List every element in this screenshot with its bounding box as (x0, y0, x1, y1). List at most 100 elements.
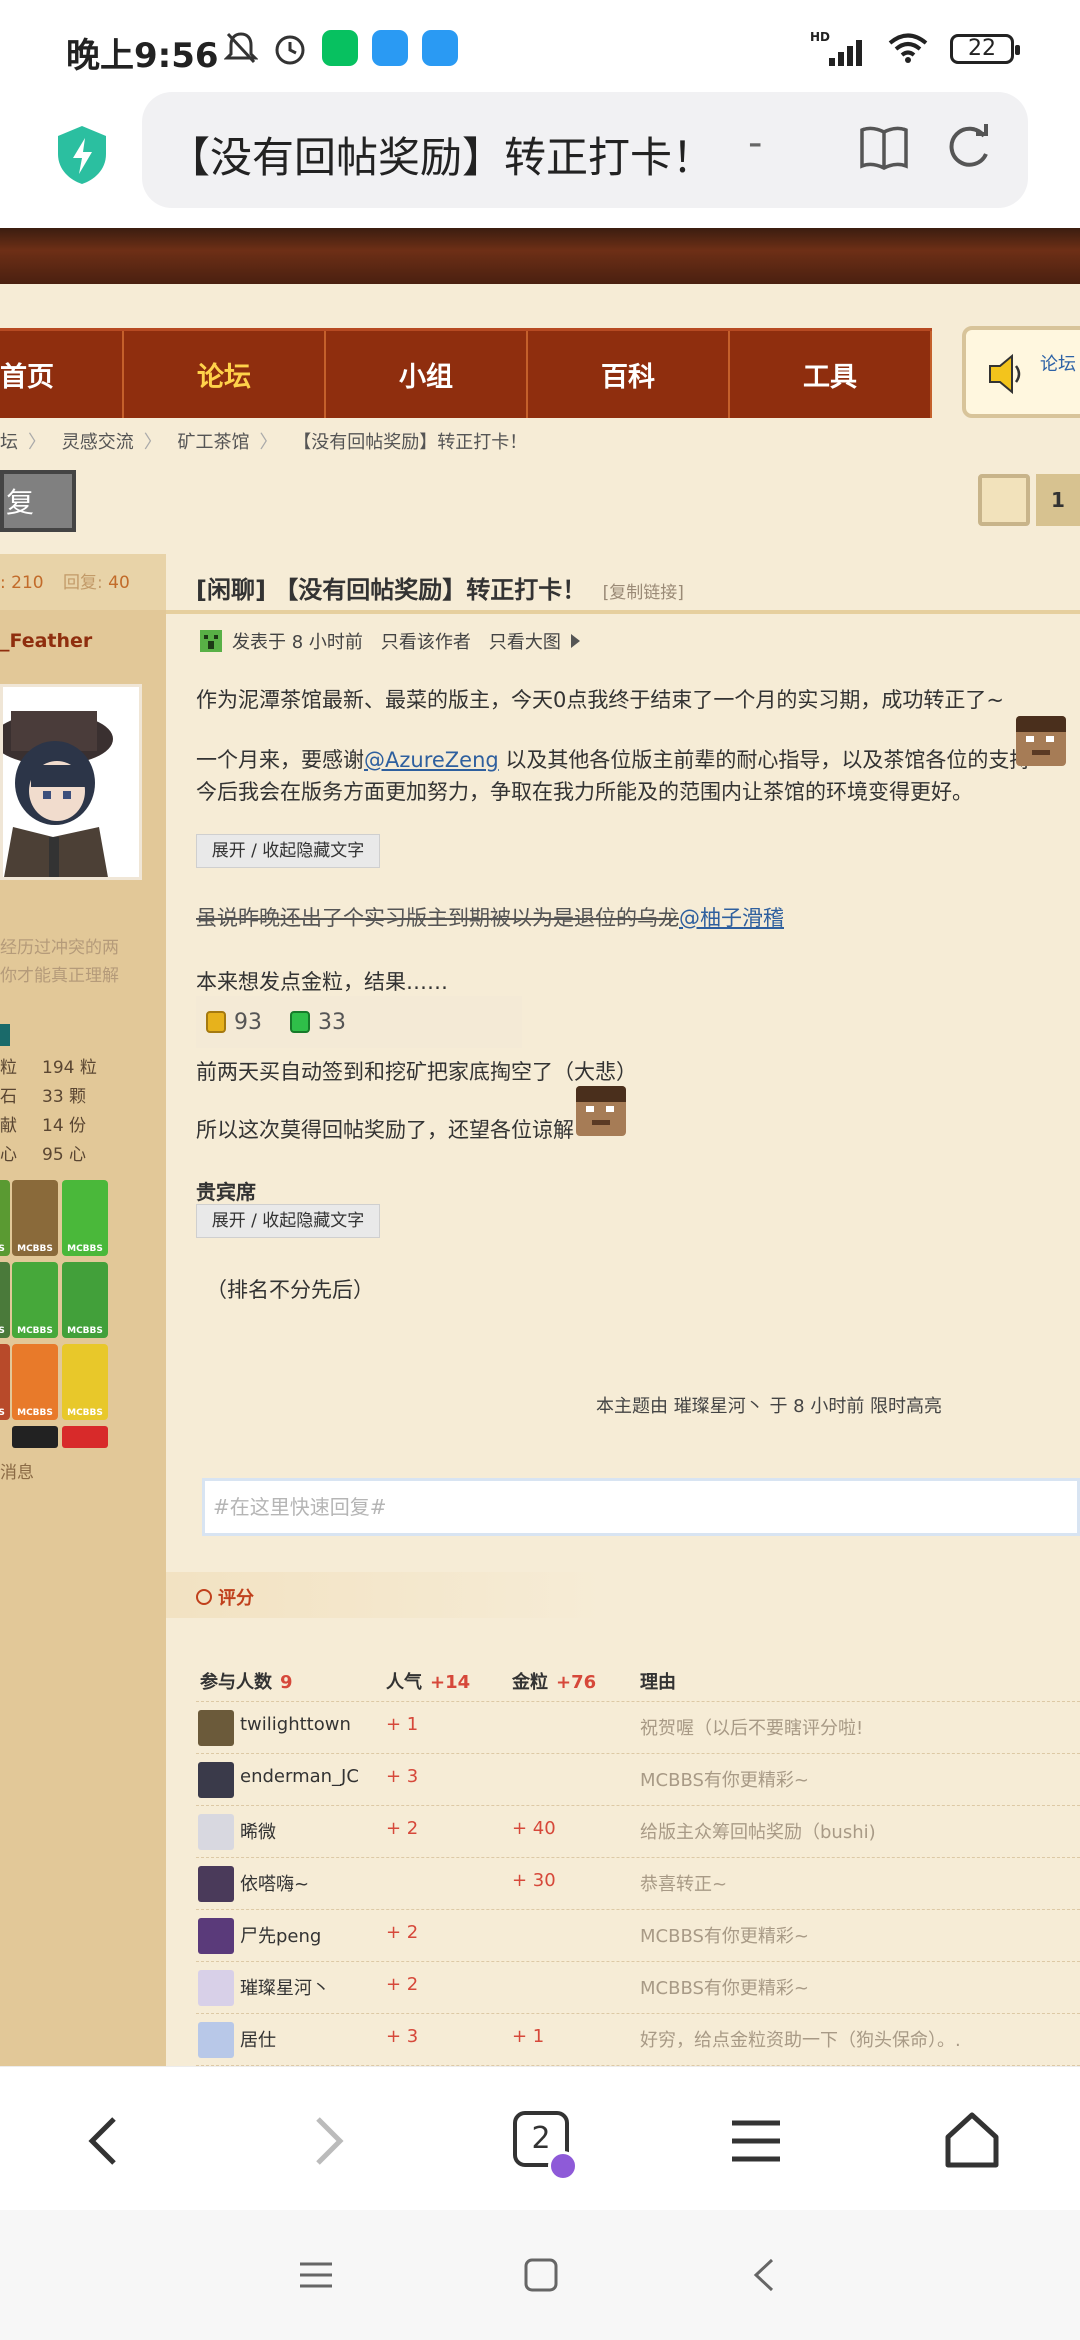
rating-title-text[interactable]: 评分 (218, 1584, 254, 1610)
rater-gold: + 1 (512, 2026, 545, 2047)
forum-notice[interactable]: 论坛 (962, 326, 1080, 418)
post-text-line: 虽说昨晚还出了个实习版主到期被以为是退位的乌龙@柚子滑稽 (196, 902, 784, 932)
medal-icon[interactable]: MCBBS (0, 1344, 10, 1420)
author-signature: 经历过冲突的两 你才能真正理解 (0, 934, 119, 990)
signal-icon (829, 40, 862, 66)
rater-name[interactable]: 依嗒嗨~ (240, 1870, 309, 1896)
rater-reason: 祝贺喔（以后不要瞎评分啦! (640, 1718, 864, 1739)
breadcrumb-inspiration[interactable]: 灵感交流 (62, 432, 134, 453)
menu-icon[interactable] (726, 2111, 786, 2171)
nav-item-tools[interactable]: 工具 (730, 331, 932, 418)
medal-helmet-icon[interactable]: MCBBS (62, 1344, 108, 1420)
triangle-right-icon[interactable] (570, 634, 580, 648)
system-back-icon[interactable] (752, 2258, 776, 2292)
rater-reason: 恭喜转正~ (640, 1874, 728, 1895)
rating-title[interactable]: 评分 (196, 1584, 254, 1610)
reply-button[interactable]: 复 (0, 470, 76, 532)
status-time: 晚上9:56 (66, 36, 219, 76)
highlight-note: 本主题由 璀璨星河丶 于 8 小时前 限时高亮 (596, 1396, 943, 1417)
author-only-link[interactable]: 只看该作者 (381, 628, 471, 654)
rater-name[interactable]: 璀璨星河丶 (240, 1974, 330, 2000)
rater-avatar[interactable] (198, 1814, 234, 1850)
rater-name[interactable]: enderman_JC (240, 1766, 359, 1787)
notice-text[interactable]: 论坛 (1040, 350, 1076, 376)
rating-row: 晞微 + 2 + 40 给版主众筹回帖奖励（bushi) (196, 1806, 1080, 1858)
mention-link[interactable]: @AzureZeng (364, 748, 499, 772)
medal-news-paper-icon[interactable]: MCBBS (12, 1180, 58, 1256)
rater-avatar[interactable] (198, 1970, 234, 2006)
address-bar[interactable]: 【没有回帖奖励】转正打卡！ - (142, 92, 1028, 208)
nav-item-home[interactable]: 首页 (0, 331, 124, 418)
medal-caption: MCBBS (0, 1326, 5, 1336)
medal-small-icon[interactable] (12, 1426, 58, 1448)
recent-apps-icon[interactable] (298, 2260, 334, 2290)
post-title-text: 【没有回帖奖励】转正打卡！ (274, 576, 587, 604)
emerald-count: 33 (318, 1009, 346, 1035)
breadcrumb: 坛〉 灵感交流〉 矿工茶馆〉 【没有回帖奖励】转正打卡！ (0, 428, 537, 454)
topics-count: 210 (11, 573, 44, 593)
incognito-badge-icon (548, 2151, 578, 2181)
home-icon[interactable] (942, 2111, 1002, 2171)
rater-name[interactable]: 尸先peng (240, 1922, 321, 1948)
return-list-icon[interactable] (978, 474, 1030, 526)
medal-icon[interactable]: MCBBS (0, 1262, 10, 1338)
header-label: 金粒 (512, 1672, 548, 1693)
page-title-in-url[interactable]: 【没有回帖奖励】转正打卡！ (168, 124, 714, 185)
rater-name[interactable]: twilighttown (240, 1714, 351, 1735)
medal-small-icon[interactable] (62, 1426, 108, 1448)
vip-section-title: 贵宾席 (196, 1180, 256, 1204)
rater-avatar[interactable] (198, 1710, 234, 1746)
breadcrumb-separator: 〉 (143, 432, 162, 453)
hd-label: HD (809, 30, 830, 44)
quick-reply-input[interactable] (205, 1481, 1077, 1533)
rater-avatar[interactable] (198, 1918, 234, 1954)
copy-link[interactable]: [复制链接] (603, 583, 684, 603)
wifi-icon (888, 33, 928, 63)
crying-face-icon (576, 1086, 626, 1136)
emerald-icon (290, 1011, 310, 1033)
rater-name[interactable]: 晞微 (240, 1818, 276, 1844)
home-square-icon[interactable] (524, 2258, 558, 2292)
nav-item-wiki[interactable]: 百科 (528, 331, 730, 418)
breadcrumb-current[interactable]: 【没有回帖奖励】转正打卡！ (293, 432, 527, 453)
toggle-hidden-text-button[interactable]: 展开 / 收起隐藏文字 (196, 1204, 380, 1238)
author-name[interactable]: _Feather (0, 630, 92, 652)
send-message-link[interactable]: 消息 (0, 1458, 34, 1483)
toggle-hidden-text-button[interactable]: 展开 / 收起隐藏文字 (196, 834, 380, 868)
rater-name[interactable]: 居仕 (240, 2026, 276, 2052)
mention-link[interactable]: @柚子滑稽 (679, 906, 784, 930)
post-tag[interactable]: [闲聊] (196, 576, 266, 604)
rater-avatar[interactable] (198, 1762, 234, 1798)
nav-item-groups[interactable]: 小组 (326, 331, 528, 418)
nav-item-forum[interactable]: 论坛 (124, 331, 326, 418)
stat-key: 粒 (0, 1058, 17, 1078)
medal-leather-icon[interactable]: MCBBS (12, 1262, 58, 1338)
medal-book-icon[interactable]: MCBBS (62, 1262, 108, 1338)
medal-news-sign-icon[interactable]: MCBBS (62, 1180, 108, 1256)
gold-header: 金粒 +76 (512, 1668, 596, 1694)
post-text-line: 今后我会在版务方面更加努力，争取在我力所能及的范围内让茶馆的环境变得更好。 (196, 780, 973, 804)
back-icon[interactable] (76, 2111, 136, 2171)
rater-avatar[interactable] (198, 2022, 234, 2058)
big-image-link[interactable]: 只看大图 (489, 628, 561, 654)
reader-mode-icon[interactable] (858, 122, 910, 172)
forward-icon[interactable] (296, 2111, 356, 2171)
rater-avatar[interactable] (198, 1866, 234, 1902)
medal-icon[interactable]: MCBBS (0, 1180, 10, 1256)
breadcrumb-teahouse[interactable]: 矿工茶馆 (177, 432, 249, 453)
medal-ten-years-icon[interactable]: MCBBS (12, 1344, 58, 1420)
quick-reply-field[interactable] (202, 1478, 1080, 1536)
browser-bottom-toolbar: 2 (0, 2066, 1080, 2210)
status-bar: 晚上9:56 HD 22 (0, 0, 1080, 92)
post-title-row: [闲聊] 【没有回帖奖励】转正打卡！ [复制链接] (166, 554, 1080, 614)
refresh-icon[interactable] (944, 122, 994, 172)
app-notification-icon (372, 30, 408, 66)
page-number[interactable]: 1 (1036, 474, 1080, 526)
security-shield-icon[interactable] (54, 124, 110, 186)
gold-count: 93 (234, 1009, 262, 1035)
stat-key: 献 (0, 1116, 17, 1136)
breadcrumb-forum[interactable]: 坛 (0, 432, 18, 453)
speaker-icon (989, 353, 1021, 395)
post-time: 发表于 8 小时前 (232, 632, 363, 653)
author-avatar[interactable] (0, 684, 142, 880)
